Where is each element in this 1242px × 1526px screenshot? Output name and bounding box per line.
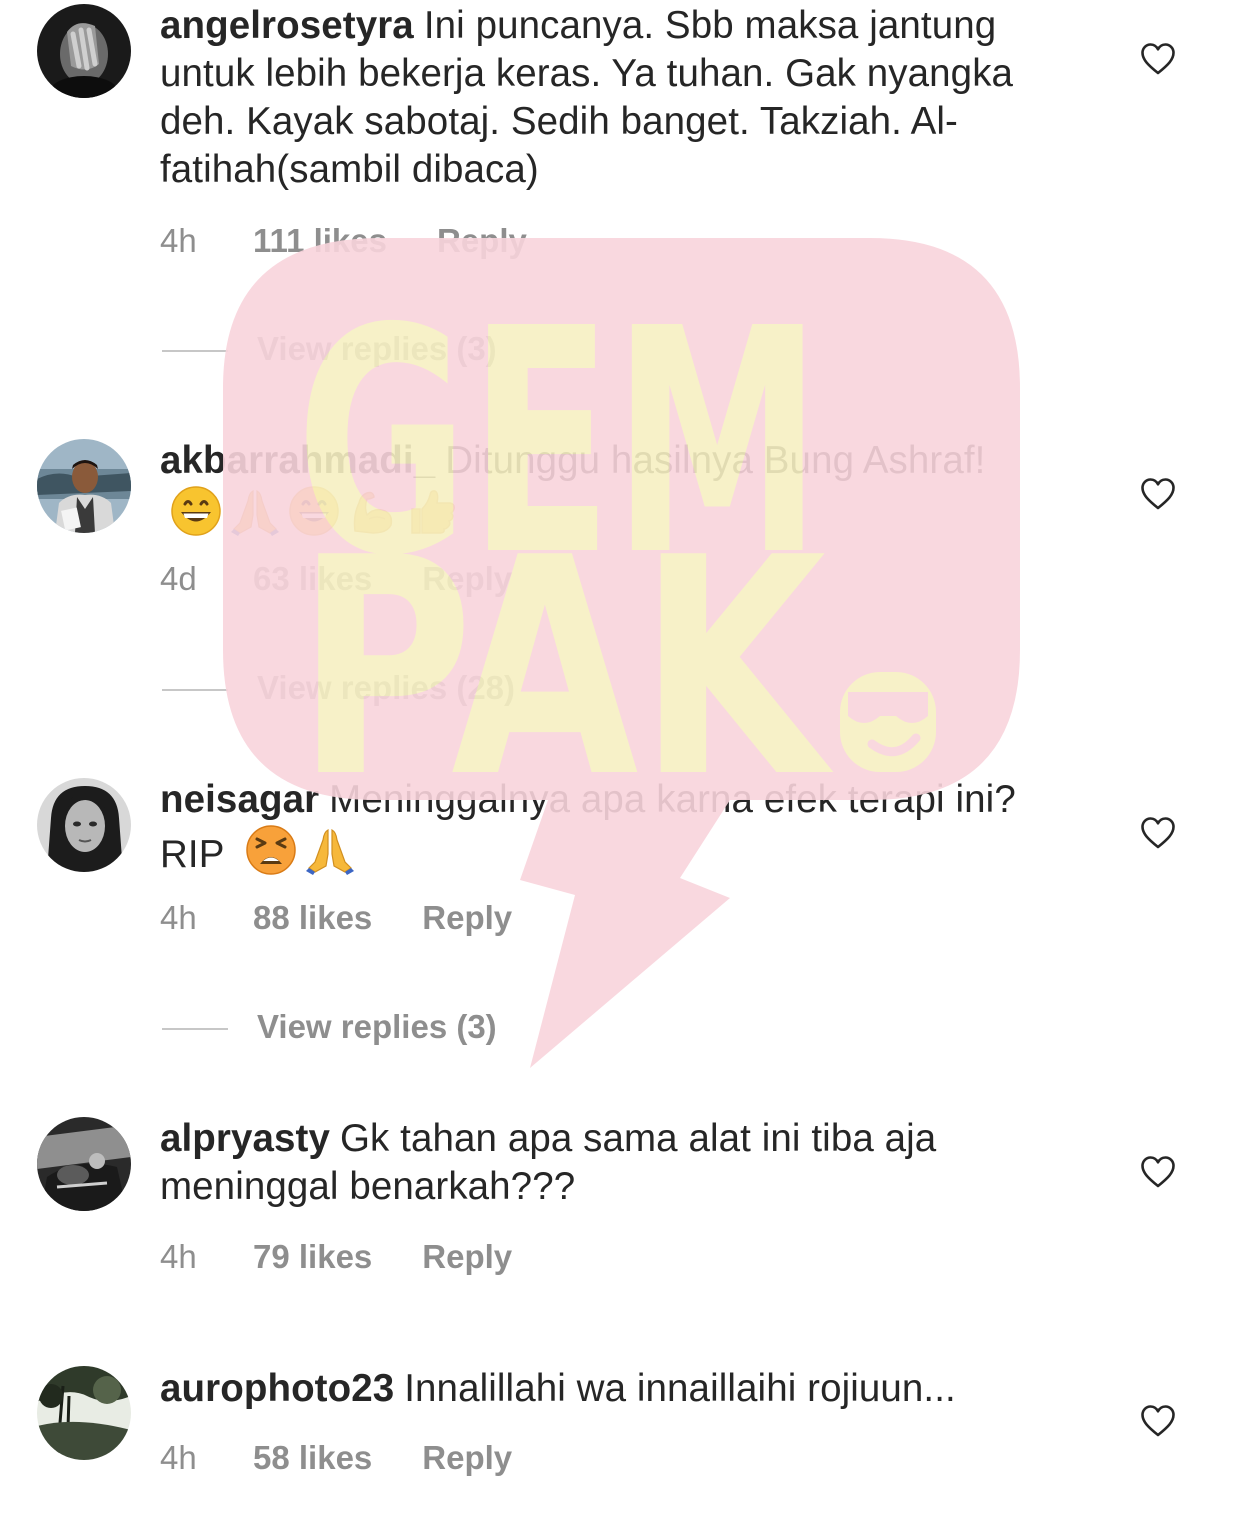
reply-button[interactable]: Reply (422, 898, 512, 938)
watermark-cool-face-icon (840, 672, 936, 772)
folded-hands-emoji (229, 485, 281, 537)
comment-text: aurophoto23 Innalillahi wa innaillaihi ro… (160, 1365, 1060, 1413)
view-replies-button[interactable]: View replies (3) (162, 329, 497, 369)
replies-divider (162, 1028, 228, 1031)
heart-icon[interactable] (1140, 477, 1176, 511)
comment-username[interactable]: angelrosetyra (160, 4, 414, 47)
comment-username[interactable]: akbarrahmadi_ (160, 439, 435, 482)
flexed-biceps-emoji (347, 485, 399, 537)
heart-icon[interactable] (1140, 1155, 1176, 1189)
comment-meta: 4h 79 likes Reply (160, 1237, 512, 1277)
avatar[interactable] (37, 439, 131, 533)
heart-icon[interactable] (1140, 816, 1176, 850)
grinning-face-emoji (288, 485, 340, 537)
comment-time: 4h (160, 1238, 197, 1275)
likes-count[interactable]: 63 likes (253, 559, 372, 599)
heart-icon[interactable] (1140, 42, 1176, 76)
comment-username[interactable]: neisagar (160, 778, 319, 821)
likes-count[interactable]: 58 likes (253, 1438, 372, 1478)
avatar[interactable] (37, 4, 131, 98)
comment-meta: 4h 111 likes Reply (160, 221, 527, 261)
comment-text: angelrosetyra Ini puncanya. Sbb maksa jan… (160, 2, 1060, 194)
comment-time: 4h (160, 899, 197, 936)
likes-count[interactable]: 88 likes (253, 898, 372, 938)
comment-meta: 4h 88 likes Reply (160, 898, 512, 938)
comment-text: alpryasty Gk tahan apa sama alat ini tiba… (160, 1115, 1060, 1211)
likes-count[interactable]: 79 likes (253, 1237, 372, 1277)
view-replies-button[interactable]: View replies (28) (162, 668, 515, 708)
view-replies-label: View replies (28) (257, 669, 516, 706)
folded-hands-emoji (304, 824, 356, 876)
view-replies-label: View replies (3) (257, 330, 497, 367)
comment-meta: 4h 58 likes Reply (160, 1438, 512, 1478)
thumbs-up-emoji (406, 485, 458, 537)
tired-face-emoji (245, 824, 297, 876)
comment-meta: 4d 63 likes Reply (160, 559, 512, 599)
comment-body: Innalillahi wa innaillaihi rojiuun... (404, 1367, 956, 1410)
comment-body: Ditunggu hasilnya Bung Ashraf! (445, 439, 986, 482)
replies-divider (162, 350, 228, 353)
avatar[interactable] (37, 1117, 131, 1211)
comment-time: 4h (160, 1439, 197, 1476)
reply-button[interactable]: Reply (422, 1237, 512, 1277)
comment-text: akbarrahmadi_ Ditunggu hasilnya Bung Ashr… (160, 437, 1060, 540)
reply-button[interactable]: Reply (422, 1438, 512, 1478)
heart-icon[interactable] (1140, 1404, 1176, 1438)
avatar[interactable] (37, 778, 131, 872)
comment-time: 4h (160, 222, 197, 259)
view-replies-button[interactable]: View replies (3) (162, 1007, 497, 1047)
reply-button[interactable]: Reply (437, 221, 527, 261)
comment-username[interactable]: aurophoto23 (160, 1367, 394, 1410)
avatar[interactable] (37, 1366, 131, 1460)
replies-divider (162, 689, 228, 692)
view-replies-label: View replies (3) (257, 1008, 497, 1045)
reply-button[interactable]: Reply (422, 559, 512, 599)
grinning-face-emoji (170, 485, 222, 537)
comment-username[interactable]: alpryasty (160, 1117, 330, 1160)
comment-text: neisagar Meninggalnya apa karna efek tera… (160, 776, 1060, 879)
comment-time: 4d (160, 560, 197, 597)
likes-count[interactable]: 111 likes (253, 221, 387, 261)
